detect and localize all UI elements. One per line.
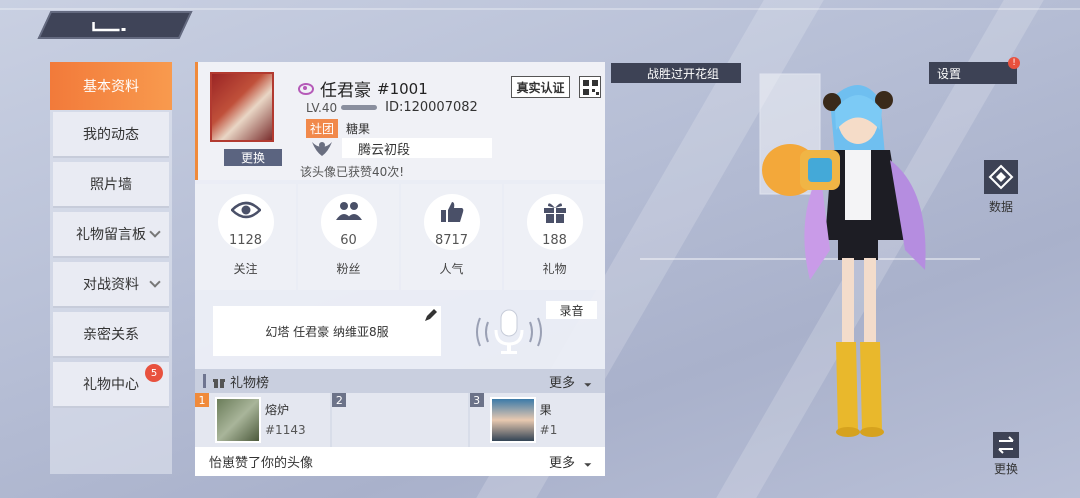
stat-value: 60 — [340, 233, 357, 248]
thumbs-up-icon — [440, 202, 463, 222]
stat-value: 8717 — [434, 233, 469, 248]
rank-number: 3 — [469, 393, 484, 407]
list-item[interactable]: 3 果 #1 — [469, 393, 605, 447]
stat-label: 礼物 — [542, 262, 567, 276]
avatar-likes-text: 该头像已获赞40次! — [300, 165, 405, 179]
sidebar-item-label: 我的动态 — [83, 127, 139, 143]
sidebar-item-label: 对战资料 — [83, 277, 139, 293]
level-row: LV.40 ID:120007082 — [306, 100, 478, 115]
pencil-icon[interactable] — [424, 308, 438, 322]
notification-badge: 5 — [145, 364, 163, 382]
fans-icon — [335, 202, 362, 220]
list-item[interactable]: 2 #1650 — [332, 393, 603, 447]
swap-icon — [993, 432, 1019, 458]
sidebar: 基本资料 我的动态 照片墙 礼物留言板 对战资料 亲密关系 礼物中心 5 — [50, 62, 172, 474]
sidebar-item-relationships[interactable]: 亲密关系 — [53, 312, 169, 358]
change-avatar-button[interactable]: 更换 — [224, 149, 282, 166]
like-more-button[interactable]: 更多 — [549, 452, 575, 471]
stat-value: 188 — [542, 233, 567, 248]
eye-icon — [230, 201, 261, 219]
user-id: ID:120007082 — [385, 100, 478, 115]
profile-card: 更换 任君豪 #1001 真实认证 LV.40 ID:120007082 社团 … — [195, 62, 605, 180]
stat-value: 1128 — [228, 233, 263, 248]
stat-following[interactable]: 1128 关注 — [195, 184, 296, 290]
club-tag: 社团 — [306, 119, 339, 138]
data-button[interactable]: 数据 — [983, 160, 1019, 216]
list-item[interactable]: 1 熔炉 #1143 — [195, 393, 331, 447]
title-tag[interactable]: 战胜过开花组 — [611, 63, 741, 83]
entry-id: #1 — [539, 423, 558, 437]
chevron-down-icon — [149, 226, 161, 238]
sidebar-item-my-posts[interactable]: 我的动态 — [53, 112, 169, 158]
profile-panel: 更换 任君豪 #1001 真实认证 LV.40 ID:120007082 社团 … — [195, 62, 605, 476]
gift-rank-header: 礼物榜 更多 — [195, 369, 605, 393]
signature-area: 幻塔 任君豪 纳维亚8服 录音 — [195, 294, 605, 366]
gift-rank-more-button[interactable]: 更多 — [549, 372, 575, 391]
entry-name: 熔炉 — [265, 403, 290, 417]
sidebar-item-label: 礼物留言板 — [76, 227, 146, 243]
sidebar-item-gift-board[interactable]: 礼物留言板 — [53, 212, 169, 258]
verify-button[interactable]: 真实认证 — [511, 76, 570, 98]
chevron-icon — [580, 456, 592, 467]
eye-icon — [298, 82, 314, 95]
sidebar-item-basic-info[interactable]: 基本资料 — [50, 62, 172, 110]
stat-label: 关注 — [233, 262, 258, 276]
back-arrow-icon — [92, 22, 126, 32]
change-outfit-button[interactable]: 更换 — [990, 432, 1022, 476]
signature-text[interactable]: 幻塔 任君豪 纳维亚8服 — [213, 306, 441, 356]
gift-rank-title: 礼物榜 — [230, 375, 270, 391]
settings-button[interactable]: 设置 ! — [929, 57, 1020, 84]
sidebar-item-photo-wall[interactable]: 照片墙 — [53, 162, 169, 208]
like-notification-text: 怡崽赞了你的头像 — [209, 456, 314, 471]
avatar[interactable] — [210, 72, 274, 142]
stat-fans[interactable]: 60 粉丝 — [298, 184, 399, 290]
settings-label: 设置 — [937, 66, 962, 81]
sidebar-item-label: 照片墙 — [90, 177, 132, 193]
microphone-icon[interactable] — [472, 304, 546, 360]
stat-popularity[interactable]: 8717 人气 — [401, 184, 502, 290]
sidebar-item-gift-center[interactable]: 礼物中心 5 — [53, 362, 169, 408]
stat-label: 粉丝 — [336, 262, 361, 276]
record-button[interactable]: 录音 — [546, 301, 597, 319]
level-bar — [341, 105, 378, 110]
entry-id: #1143 — [265, 423, 306, 437]
rank-badge-icon — [312, 142, 332, 156]
club-name[interactable]: 糖果 — [346, 120, 370, 137]
settings-alert-badge: ! — [1008, 57, 1020, 69]
sidebar-item-label: 亲密关系 — [83, 327, 139, 343]
sidebar-item-battle-info[interactable]: 对战资料 — [53, 262, 169, 308]
like-notification-row[interactable]: 怡崽赞了你的头像 更多 — [195, 447, 605, 476]
user-number: #1001 — [377, 79, 428, 98]
avatar — [215, 397, 261, 443]
level-label: LV.40 — [306, 100, 338, 115]
sidebar-item-label: 礼物中心 — [83, 377, 139, 393]
club-row: 社团 糖果 — [306, 119, 370, 138]
character-model[interactable] — [740, 70, 940, 450]
data-label: 数据 — [988, 200, 1013, 214]
sidebar-item-label: 基本资料 — [83, 79, 139, 95]
stat-gifts[interactable]: 188 礼物 — [504, 184, 605, 290]
gift-rank-list: 1 熔炉 #1143 2 #1650 3 果 #1 — [195, 393, 605, 447]
rank-number: 2 — [332, 393, 347, 407]
name-row: 任君豪 #1001 — [298, 76, 428, 101]
qr-code-button[interactable] — [579, 76, 601, 98]
gift-icon — [543, 203, 566, 223]
gift-rank: 礼物榜 更多 1 熔炉 #1143 2 #1650 3 果 #1 — [195, 369, 605, 476]
entry-name: 果 — [539, 403, 552, 417]
chevron-icon — [580, 375, 592, 387]
stats-row: 1128 关注 60 粉丝 8717 人气 188 礼物 — [195, 184, 605, 290]
username: 任君豪 — [320, 81, 371, 101]
avatar — [489, 397, 536, 443]
rank-number: 1 — [195, 393, 209, 407]
rank-box: 腾云初段 — [342, 138, 492, 158]
back-button[interactable] — [37, 11, 193, 39]
swap-label: 更换 — [993, 462, 1018, 476]
chevron-down-icon — [149, 276, 161, 288]
rank-row: 腾云初段 — [310, 138, 492, 158]
diamond-icon — [984, 160, 1018, 194]
stat-label: 人气 — [439, 262, 464, 276]
gift-rank-icon — [213, 379, 225, 388]
